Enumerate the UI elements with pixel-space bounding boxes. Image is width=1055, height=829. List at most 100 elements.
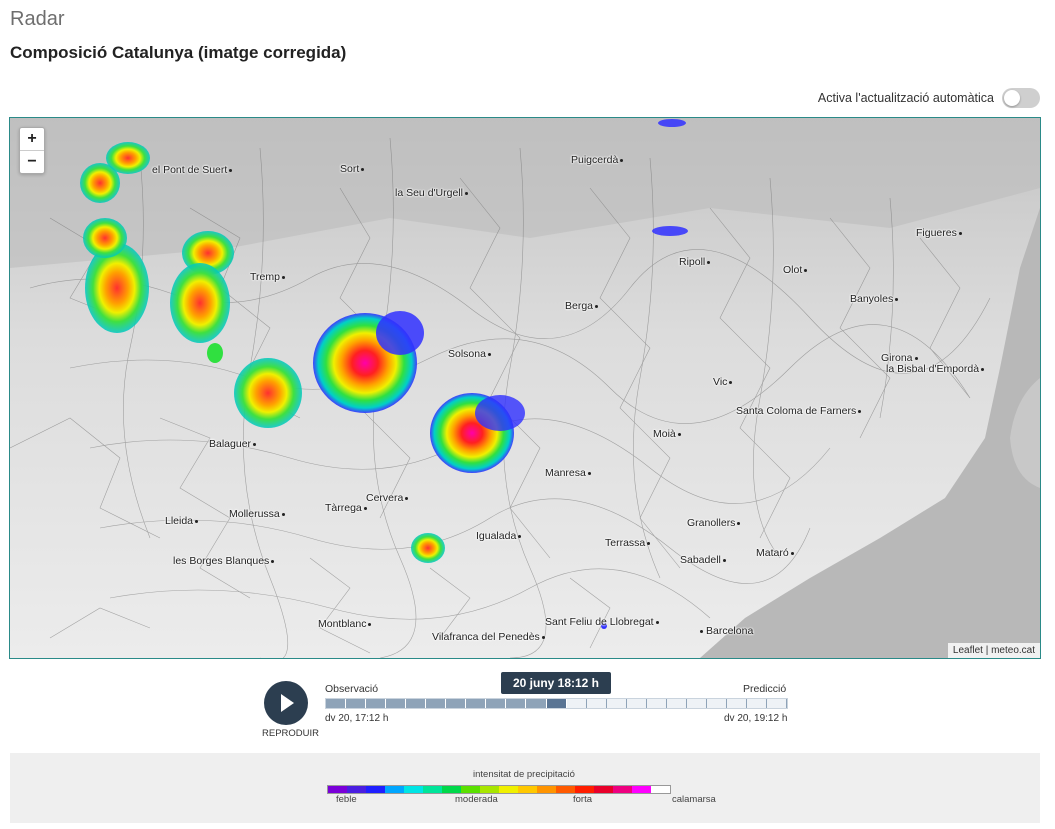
- timeline-step[interactable]: [606, 699, 627, 708]
- place-label: Sant Feliu de Llobregat: [545, 616, 659, 628]
- place-label: Barcelona: [700, 625, 753, 637]
- legend-swatch: [385, 786, 404, 793]
- place-label: Olot: [783, 264, 808, 276]
- timeline-step[interactable]: [706, 699, 727, 708]
- place-label: la Seu d'Urgell: [395, 187, 468, 199]
- prediction-label: Predicció: [743, 683, 787, 695]
- legend-color-scale: [327, 785, 671, 794]
- legend-swatch: [499, 786, 518, 793]
- play-control: [262, 681, 312, 731]
- place-label: Tàrrega: [325, 502, 367, 514]
- place-label: Sort: [340, 163, 365, 175]
- radar-map[interactable]: + − el Pont de Suert Sort la Seu d'Urgel…: [9, 117, 1041, 659]
- place-label: Balaguer: [209, 438, 257, 450]
- place-label: les Borges Blanques: [173, 555, 275, 567]
- timeline-start-label: dv 20, 17:12 h: [325, 713, 389, 724]
- legend-label-moderate: moderada: [455, 794, 498, 805]
- legend-swatch: [594, 786, 613, 793]
- timeline-step[interactable]: [446, 699, 467, 708]
- place-label: Mollerussa: [229, 508, 285, 520]
- timeline-step[interactable]: [506, 699, 527, 708]
- timeline-step[interactable]: [526, 699, 547, 708]
- zoom-out-button[interactable]: −: [20, 150, 44, 173]
- place-label: Tremp: [250, 271, 285, 283]
- legend-swatch: [537, 786, 556, 793]
- timeline-step[interactable]: [366, 699, 387, 708]
- timeline-step[interactable]: [586, 699, 607, 708]
- place-label: Manresa: [545, 467, 591, 479]
- timeline-step[interactable]: [666, 699, 687, 708]
- zoom-control: + −: [19, 127, 45, 174]
- legend-swatch: [651, 786, 670, 793]
- observation-label: Observació: [325, 683, 379, 695]
- place-label: Granollers: [687, 517, 741, 529]
- place-label: Cervera: [366, 492, 409, 504]
- timeline-step[interactable]: [426, 699, 447, 708]
- place-label: la Bisbal d'Empordà: [886, 363, 985, 375]
- legend-swatch: [613, 786, 632, 793]
- legend-label-strong: forta: [573, 794, 593, 805]
- place-label: Berga: [565, 300, 599, 312]
- legend-swatch: [556, 786, 575, 793]
- auto-update-label: Activa l'actualització automàtica: [817, 91, 994, 105]
- place-label: el Pont de Suert: [152, 164, 233, 176]
- precipitation-legend: intensitat de precipitació feble moderad…: [10, 753, 1040, 823]
- timeline-step[interactable]: [546, 699, 567, 708]
- timeline-step[interactable]: [406, 699, 427, 708]
- legend-swatch: [328, 786, 347, 793]
- legend-label-hail: calamarsa: [672, 794, 716, 805]
- place-label: Puigcerdà: [571, 154, 624, 166]
- legend-swatch: [480, 786, 499, 793]
- timeline-step[interactable]: [726, 699, 747, 708]
- legend-swatch: [366, 786, 385, 793]
- timeline-step[interactable]: [686, 699, 707, 708]
- timeline-step[interactable]: [326, 699, 347, 708]
- legend-swatch: [518, 786, 537, 793]
- place-label: Vic: [713, 376, 733, 388]
- place-label: Santa Coloma de Farners: [736, 405, 862, 417]
- timeline-step[interactable]: [746, 699, 768, 708]
- auto-update-control: Activa l'actualització automàtica: [818, 88, 1040, 108]
- toggle-knob: [1004, 90, 1020, 106]
- legend-swatch: [404, 786, 423, 793]
- current-time-badge: 20 juny 18:12 h: [501, 672, 611, 694]
- place-label: Lleida: [165, 515, 199, 527]
- place-label: Igualada: [476, 530, 522, 542]
- timeline-step[interactable]: [646, 699, 667, 708]
- timeline-slider[interactable]: [325, 698, 788, 709]
- play-label: REPRODUIR: [262, 728, 320, 739]
- place-label: Solsona: [448, 348, 491, 360]
- place-label: Mataró: [756, 547, 794, 559]
- map-attribution[interactable]: Leaflet | meteo.cat: [947, 643, 1040, 658]
- timeline-step[interactable]: [486, 699, 507, 708]
- zoom-in-button[interactable]: +: [20, 128, 44, 150]
- place-label: Banyoles: [850, 293, 899, 305]
- place-label: Sabadell: [680, 554, 726, 566]
- place-label: Vilafranca del Penedès: [432, 631, 545, 643]
- legend-swatch: [632, 786, 651, 793]
- timeline-step[interactable]: [767, 699, 788, 708]
- legend-swatch: [347, 786, 366, 793]
- play-button[interactable]: [264, 681, 308, 725]
- place-label: Figueres: [916, 227, 962, 239]
- legend-swatch: [575, 786, 594, 793]
- timeline-step[interactable]: [346, 699, 367, 708]
- play-icon: [281, 694, 294, 712]
- timeline-step[interactable]: [386, 699, 407, 708]
- timeline-step[interactable]: [566, 699, 587, 708]
- place-label: Montblanc: [318, 618, 372, 630]
- page-title: Composició Catalunya (imatge corregida): [10, 43, 347, 62]
- legend-title: intensitat de precipitació: [473, 769, 575, 780]
- place-label: Terrassa: [605, 537, 651, 549]
- place-label: Moià: [653, 428, 681, 440]
- legend-swatch: [461, 786, 480, 793]
- section-title: Radar: [10, 8, 65, 30]
- timeline-end-label: dv 20, 19:12 h: [724, 713, 788, 724]
- map-base: [10, 118, 1040, 658]
- legend-swatch: [423, 786, 442, 793]
- legend-label-weak: feble: [336, 794, 357, 805]
- auto-update-toggle[interactable]: [1002, 88, 1040, 108]
- legend-swatch: [442, 786, 461, 793]
- timeline-step[interactable]: [466, 699, 487, 708]
- timeline-step[interactable]: [626, 699, 647, 708]
